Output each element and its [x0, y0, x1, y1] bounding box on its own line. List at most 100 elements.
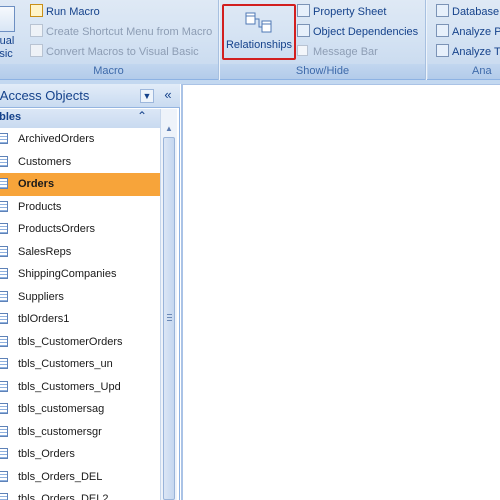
navigation-pane: l Access Objects ▼ « ables ⌃ ArchivedOrd…	[0, 84, 180, 500]
analyze-performance-button[interactable]: Analyze P	[436, 23, 500, 41]
analyze-group: Database Analyze P Analyze Ta Ana	[428, 0, 500, 80]
visual-basic-label-2: asic	[0, 48, 13, 60]
table-list-item-label: Products	[18, 200, 62, 213]
table-list-item[interactable]: SalesReps	[0, 241, 160, 264]
chevron-up-icon[interactable]: ⌃	[137, 109, 147, 123]
table-icon	[0, 358, 8, 369]
table-list-item[interactable]: tblOrders1	[0, 308, 160, 331]
table-list-item[interactable]: ShippingCompanies	[0, 263, 160, 286]
table-list-item[interactable]: Customers	[0, 151, 160, 174]
table-list-item[interactable]: ArchivedOrders	[0, 128, 160, 151]
table-list-item[interactable]: tbls_CustomerOrders	[0, 331, 160, 354]
message-bar-label: Message Bar	[313, 46, 378, 58]
property-sheet-icon	[297, 4, 310, 17]
convert-macros-label: Convert Macros to Visual Basic	[46, 46, 199, 58]
table-list-item-label: ShippingCompanies	[18, 268, 117, 280]
table-list-item[interactable]: tbls_customersag	[0, 398, 160, 421]
relationships-label: Relationships	[225, 39, 293, 51]
table-list-item-label: tbls_CustomerOrders	[18, 335, 123, 348]
relationships-icon	[245, 12, 272, 33]
document-workspace	[181, 84, 500, 500]
run-macro-label: Run Macro	[46, 6, 100, 18]
table-list-item-label: tbls_Orders_DEL2	[18, 493, 109, 500]
table-list-item[interactable]: tbls_Customers_Upd	[0, 376, 160, 399]
table-list-item-label: Suppliers	[18, 290, 64, 303]
table-icon	[0, 200, 8, 212]
run-macro-icon	[30, 4, 43, 17]
scroll-up-icon[interactable]: ▲	[162, 122, 176, 136]
table-list-item-label: ArchivedOrders	[18, 133, 95, 145]
table-icon	[0, 223, 8, 234]
table-list-item-label: SalesReps	[18, 245, 72, 258]
analyze-group-label: Ana	[428, 64, 500, 79]
database-documenter-label: Database	[452, 6, 500, 18]
table-list-item-label: Orders	[18, 178, 55, 190]
table-icon	[0, 245, 8, 257]
tables-list: ArchivedOrders Customers Orders Products Pro…	[0, 128, 160, 500]
ribbon: isual asic Run Macro Create Shortcut Men…	[0, 0, 500, 80]
table-list-item-label: tbls_customersag	[18, 403, 105, 415]
nav-pane-title: l Access Objects	[0, 88, 90, 103]
table-list-item[interactable]: tbls_Orders_DEL2	[0, 488, 160, 500]
create-shortcut-menu-icon	[30, 24, 43, 37]
table-list-item-label: tbls_Orders_DEL	[18, 470, 103, 483]
table-list-item-label: tbls_customersgr	[18, 425, 102, 438]
object-dependencies-button[interactable]: Object Dependencies	[297, 23, 418, 41]
nav-pane-header[interactable]: l Access Objects ▼ «	[0, 84, 180, 108]
nav-scrollbar[interactable]: ▲	[160, 109, 177, 500]
property-sheet-label: Property Sheet	[313, 6, 387, 18]
analyze-performance-label: Analyze P	[452, 26, 500, 38]
show-hide-group-label: Show/Hide	[220, 64, 425, 79]
analyze-table-icon	[436, 44, 449, 57]
visual-basic-icon	[0, 6, 15, 32]
visual-basic-button[interactable]: isual asic	[0, 4, 21, 66]
table-list-item[interactable]: Orders	[0, 173, 160, 196]
table-list-item-label: ProductsOrders	[18, 223, 96, 235]
table-icon	[0, 493, 8, 500]
macro-group: isual asic Run Macro Create Shortcut Men…	[0, 0, 220, 80]
table-list-item[interactable]: tbls_Orders	[0, 443, 160, 466]
table-list-item[interactable]: tbls_Customers_un	[0, 353, 160, 376]
table-icon	[0, 155, 8, 167]
database-documenter-button[interactable]: Database	[436, 3, 499, 21]
table-icon	[0, 313, 8, 324]
relationships-button[interactable]: Relationships	[222, 4, 296, 60]
message-bar-toggle[interactable]: Message Bar	[297, 43, 378, 61]
table-list-item[interactable]: tbls_Orders_DEL	[0, 466, 160, 489]
table-list-item-label: tbls_Customers_Upd	[18, 380, 121, 393]
chevron-down-icon[interactable]: ▼	[140, 89, 154, 103]
collapse-pane-icon[interactable]: «	[160, 87, 176, 103]
tables-section-label: ables	[0, 111, 22, 123]
property-sheet-button[interactable]: Property Sheet	[297, 3, 386, 21]
create-shortcut-menu-label: Create Shortcut Menu from Macro	[46, 26, 213, 38]
table-icon	[0, 290, 8, 302]
database-documenter-icon	[436, 4, 449, 17]
table-list-item[interactable]: ProductsOrders	[0, 218, 160, 241]
table-icon	[0, 425, 8, 437]
message-bar-checkbox	[297, 45, 308, 56]
object-dependencies-label: Object Dependencies	[313, 26, 419, 38]
create-shortcut-menu-button[interactable]: Create Shortcut Menu from Macro	[30, 23, 212, 41]
analyze-performance-icon	[436, 24, 449, 37]
convert-macros-button[interactable]: Convert Macros to Visual Basic	[30, 43, 199, 61]
table-icon	[0, 470, 8, 482]
macro-group-label: Macro	[0, 64, 218, 79]
table-icon	[0, 448, 8, 459]
table-icon	[0, 335, 8, 347]
table-list-item[interactable]: Products	[0, 196, 160, 219]
table-icon	[0, 403, 8, 414]
table-list-item-label: tblOrders1	[18, 313, 70, 325]
scroll-thumb[interactable]	[163, 137, 175, 500]
object-dependencies-icon	[297, 24, 310, 37]
analyze-table-label: Analyze Ta	[452, 46, 500, 58]
grip-icon	[167, 314, 172, 322]
table-list-item[interactable]: Suppliers	[0, 286, 160, 309]
table-list-item[interactable]: tbls_customersgr	[0, 421, 160, 444]
table-list-item-label: Customers	[18, 155, 72, 168]
tables-section-header[interactable]: ables ⌃	[0, 109, 160, 128]
table-icon	[0, 133, 8, 144]
table-icon	[0, 268, 8, 279]
table-list-item-label: tbls_Customers_un	[18, 358, 113, 370]
analyze-table-button[interactable]: Analyze Ta	[436, 43, 500, 61]
run-macro-button[interactable]: Run Macro	[30, 3, 100, 21]
